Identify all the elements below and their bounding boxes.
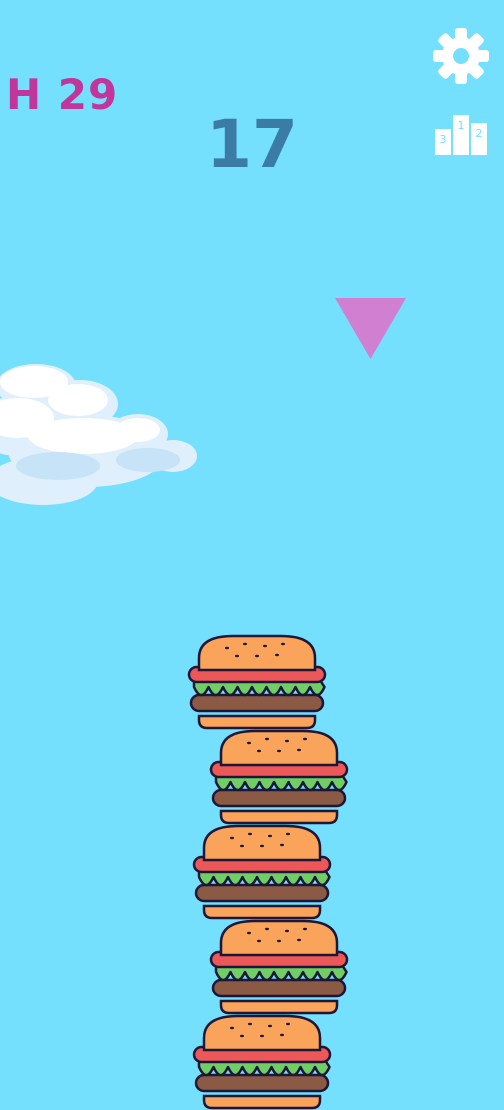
burger-4 — [209, 919, 349, 1015]
burger-2 — [209, 729, 349, 825]
burger-stack — [0, 0, 504, 1110]
burger-1 — [187, 634, 327, 730]
burger-5 — [192, 1014, 332, 1110]
burger-3 — [192, 824, 332, 920]
